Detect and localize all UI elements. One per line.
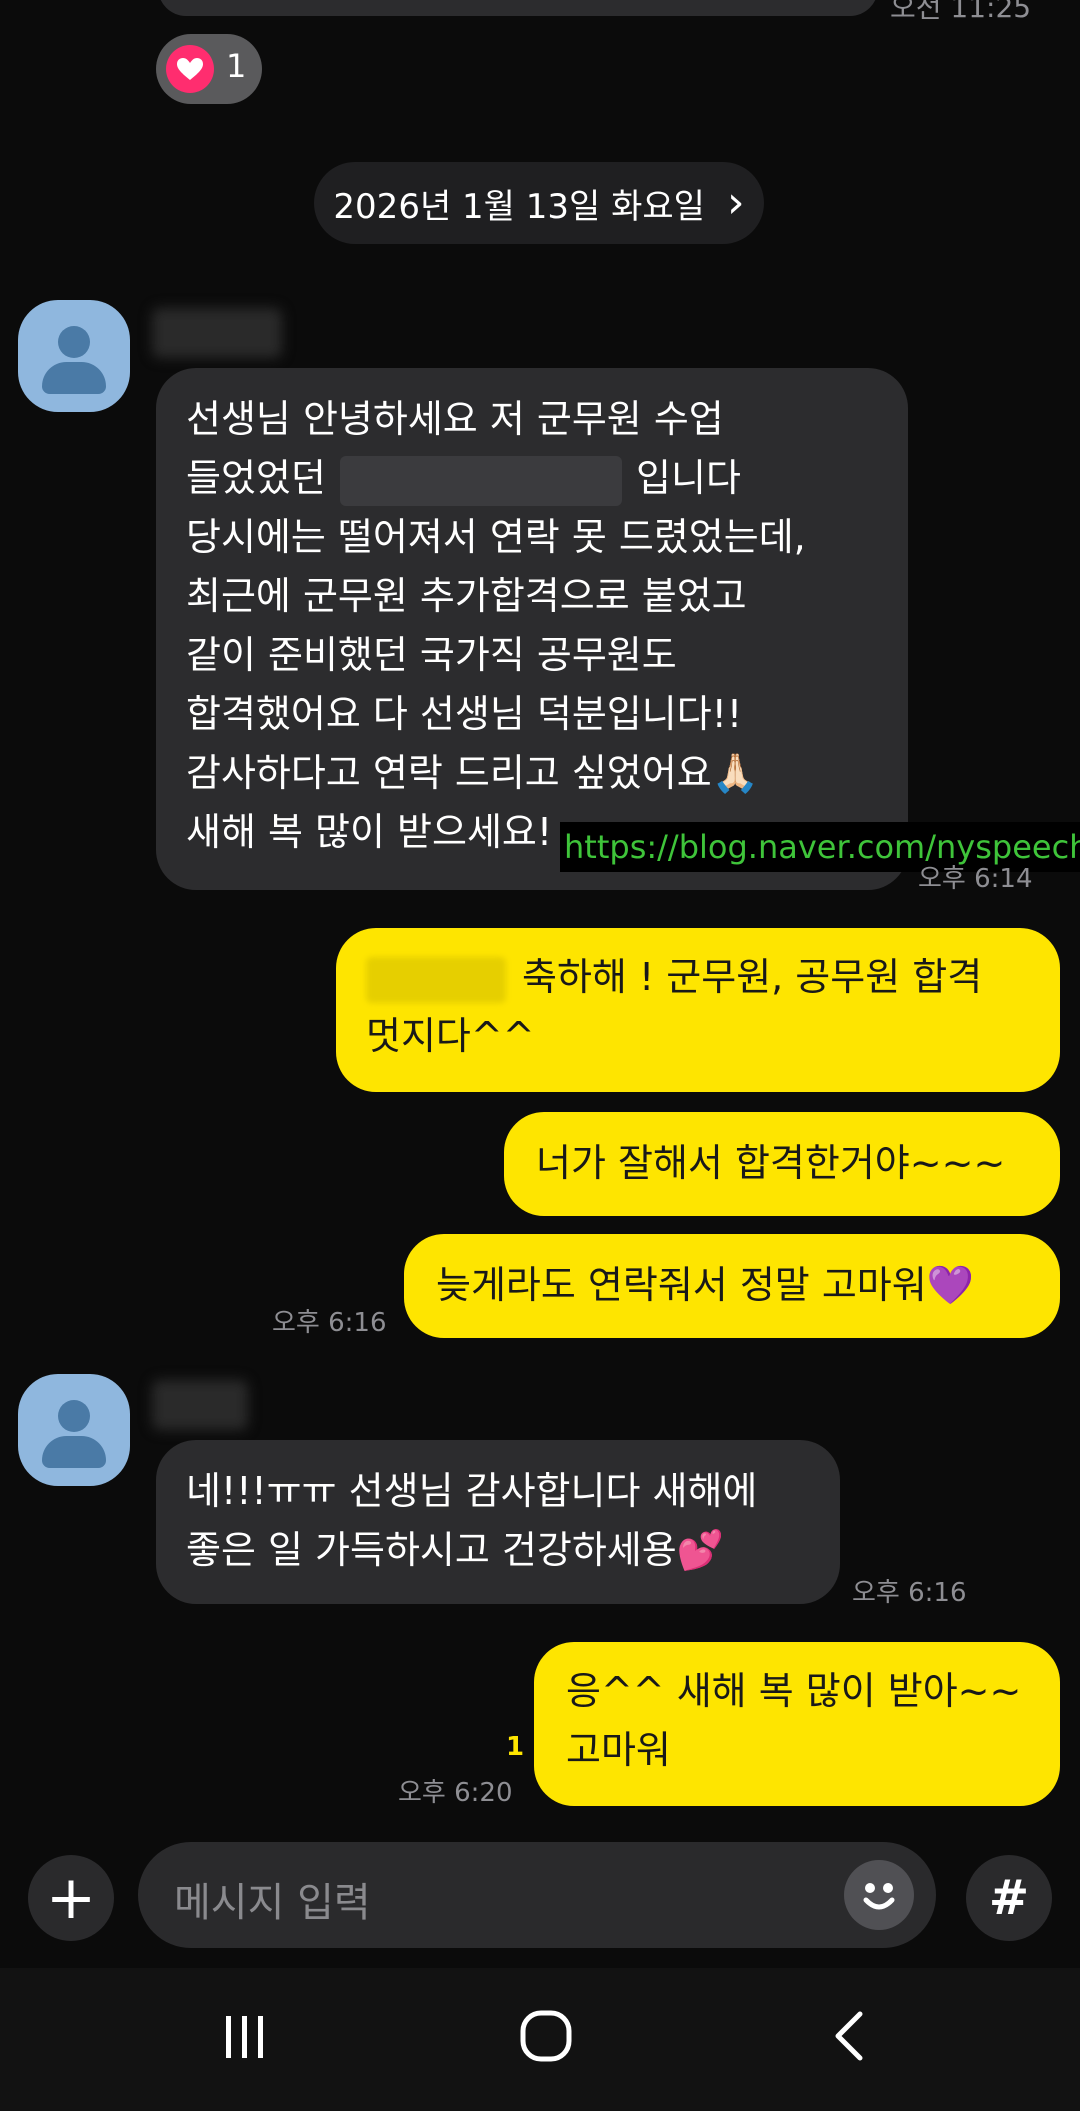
home-icon bbox=[520, 2010, 572, 2062]
message-bubble-6[interactable]: 응^^ 새해 복 많이 받아~~ 고마워 bbox=[534, 1642, 1060, 1806]
message-input-placeholder: 메시지 입력 bbox=[174, 1880, 371, 1926]
message-1-line-2-suffix: 입니다 bbox=[636, 456, 741, 500]
avatar[interactable] bbox=[18, 300, 130, 412]
chevron-right-icon: › bbox=[726, 177, 745, 228]
unread-count: 1 bbox=[506, 1732, 525, 1762]
smile-icon bbox=[863, 1883, 895, 1910]
message-1-line-7: 감사하다고 연락 드리고 싶었어요🙏🏻 bbox=[186, 751, 759, 795]
reaction-badge[interactable]: 1 bbox=[156, 34, 262, 104]
message-6-time: 오후 6:20 bbox=[398, 1778, 513, 1808]
message-1-line-1: 선생님 안녕하세요 저 군무원 수업 bbox=[186, 397, 724, 441]
message-1-line-3: 당시에는 떨어져서 연락 못 드렸었는데, bbox=[186, 515, 806, 559]
hash-icon: # bbox=[988, 1870, 1030, 1926]
sender-name-redacted bbox=[152, 1380, 248, 1430]
message-bubble-5[interactable]: 네!!!ㅠㅠ 선생님 감사합니다 새해에 좋은 일 가득하시고 건강하세용💕 bbox=[156, 1440, 840, 1604]
message-2-line-1: 축하해 ! 군무원, 공무원 합격 bbox=[366, 948, 1030, 1007]
message-1-time: 오후 6:14 bbox=[918, 864, 1033, 894]
attach-button[interactable]: + bbox=[28, 1855, 114, 1941]
previous-message-bubble bbox=[158, 0, 878, 16]
redacted-name bbox=[339, 455, 622, 506]
message-bubble-4[interactable]: 늦게라도 연락줘서 정말 고마워💜 bbox=[404, 1234, 1060, 1338]
message-4-time: 오후 6:16 bbox=[272, 1308, 387, 1338]
message-1-line-2-prefix: 들었었던 bbox=[186, 456, 326, 500]
recents-icon bbox=[226, 2016, 263, 2058]
hashtag-button[interactable]: # bbox=[966, 1855, 1052, 1941]
reaction-count: 1 bbox=[226, 47, 247, 85]
date-divider[interactable]: 2026년 1월 13일 화요일 › bbox=[314, 162, 764, 244]
avatar[interactable] bbox=[18, 1374, 130, 1486]
message-1-line-5: 같이 준비했던 국가직 공무원도 bbox=[186, 633, 677, 677]
message-1-line-6: 합격했어요 다 선생님 덕분입니다!! bbox=[186, 692, 743, 736]
heart-icon bbox=[166, 45, 214, 93]
date-label: 2026년 1월 13일 화요일 bbox=[333, 186, 705, 227]
back-button[interactable] bbox=[826, 2010, 876, 2062]
message-5-time: 오후 6:16 bbox=[852, 1578, 967, 1608]
message-bubble-3[interactable]: 너가 잘해서 합격한거야~~~ bbox=[504, 1112, 1060, 1216]
message-bubble-1[interactable]: 선생님 안녕하세요 저 군무원 수업 들었었던 입니다 당시에는 떨어져서 연락… bbox=[156, 368, 908, 890]
home-button[interactable] bbox=[518, 2008, 574, 2064]
message-input[interactable]: 메시지 입력 bbox=[138, 1842, 936, 1948]
message-1-line-2: 들었었던 입니다 bbox=[186, 449, 878, 508]
system-navigation-bar bbox=[0, 1968, 1080, 2111]
recents-button[interactable] bbox=[220, 2012, 270, 2062]
previous-message-time: 오전 11:25 bbox=[890, 0, 1032, 24]
emoji-button[interactable] bbox=[844, 1860, 914, 1930]
message-1-line-4: 최근에 군무원 추가합격으로 붙었고 bbox=[186, 574, 747, 618]
redacted-name bbox=[366, 956, 506, 1003]
back-icon bbox=[835, 2011, 863, 2061]
sender-name-redacted bbox=[152, 308, 282, 358]
message-2-line-2: 멋지다^^ bbox=[366, 1014, 535, 1058]
message-bubble-2[interactable]: 축하해 ! 군무원, 공무원 합격 멋지다^^ bbox=[336, 928, 1060, 1092]
plus-icon: + bbox=[45, 1863, 97, 1933]
